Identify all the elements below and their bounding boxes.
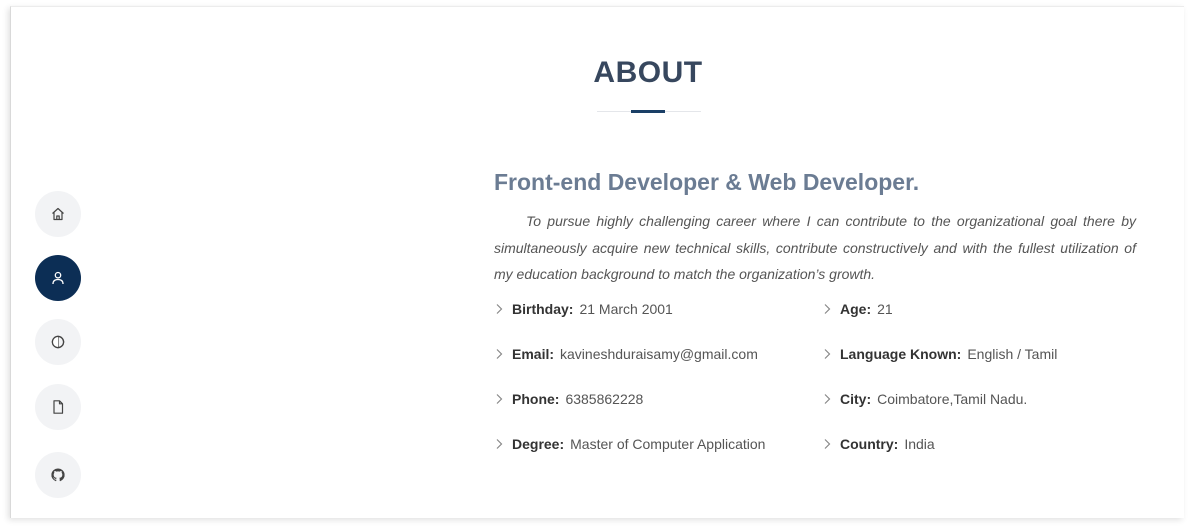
info-degree: Degree: Master of Computer Application	[494, 436, 765, 452]
info-label: Phone:	[512, 391, 560, 407]
nav-about-button[interactable]	[35, 255, 81, 301]
person-icon	[52, 271, 64, 285]
section-title: ABOUT	[593, 56, 703, 89]
info-label: Language Known:	[840, 346, 962, 362]
nav-home-button[interactable]	[35, 191, 81, 237]
nav-skills-button[interactable]	[35, 319, 81, 365]
info-value: 21	[877, 301, 893, 317]
file-icon	[53, 400, 64, 414]
info-phone: Phone: 6385862228	[494, 391, 643, 407]
info-label: Age:	[840, 301, 872, 317]
circle-half-icon	[51, 335, 65, 349]
info-value: Coimbatore,Tamil Nadu.	[877, 391, 1028, 407]
career-objective: To pursue highly challenging career wher…	[494, 213, 1136, 282]
info-value: 6385862228	[565, 391, 644, 407]
info-value: Master of Computer Application	[570, 436, 766, 452]
chevron-right-icon	[824, 304, 831, 314]
chevron-right-icon	[496, 439, 503, 449]
chevron-right-icon	[496, 394, 503, 404]
home-icon	[52, 207, 64, 221]
info-label: Degree:	[512, 436, 565, 452]
info-label: Country:	[840, 436, 899, 452]
nav-github-button[interactable]	[35, 452, 81, 498]
info-value: English / Tamil	[967, 346, 1058, 362]
info-birthday: Birthday: 21 March 2001	[494, 301, 673, 317]
info-age: Age: 21	[822, 301, 893, 317]
github-icon	[51, 468, 65, 482]
chevron-right-icon	[824, 349, 831, 359]
info-label: Birthday:	[512, 301, 574, 317]
info-value: 21 March 2001	[579, 301, 673, 317]
info-label: Email:	[512, 346, 555, 362]
about-heading: Front-end Developer & Web Developer.	[494, 169, 920, 195]
info-value: India	[904, 436, 935, 452]
info-label: City:	[840, 391, 872, 407]
info-value: kavineshduraisamy@gmail.com	[560, 346, 758, 362]
chevron-right-icon	[496, 349, 503, 359]
info-country: Country: India	[822, 436, 935, 452]
chevron-right-icon	[496, 304, 503, 314]
info-language: Language Known: English / Tamil	[822, 346, 1057, 362]
nav-resume-button[interactable]	[35, 384, 81, 430]
info-email: Email: kavineshduraisamy@gmail.com	[494, 346, 758, 362]
title-accent-bar	[631, 110, 665, 113]
info-city: City: Coimbatore,Tamil Nadu.	[822, 391, 1027, 407]
chevron-right-icon	[824, 394, 831, 404]
chevron-right-icon	[824, 439, 831, 449]
